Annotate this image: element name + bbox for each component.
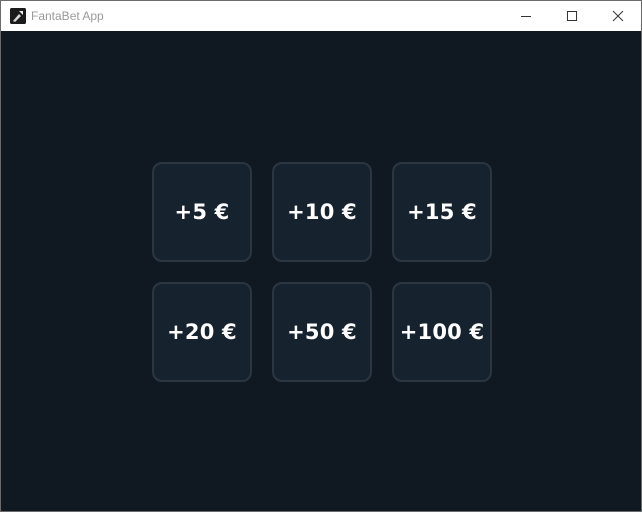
add-10-euro-button[interactable]: +10 €	[272, 162, 372, 262]
main-content: +5 € +10 € +15 € +20 € +50 € +100 €	[1, 31, 641, 511]
app-logo-icon	[10, 8, 26, 24]
amount-grid: +5 € +10 € +15 € +20 € +50 € +100 €	[152, 162, 492, 382]
close-button[interactable]	[595, 1, 641, 31]
app-window: FantaBet App +5 € +10 € +15 € +20 € +50 …	[0, 0, 642, 512]
add-100-euro-button[interactable]: +100 €	[392, 282, 492, 382]
add-20-euro-button[interactable]: +20 €	[152, 282, 252, 382]
window-title: FantaBet App	[31, 9, 104, 23]
close-icon	[612, 10, 624, 22]
minimize-button[interactable]	[503, 1, 549, 31]
minimize-icon	[521, 16, 531, 17]
add-50-euro-button[interactable]: +50 €	[272, 282, 372, 382]
maximize-icon	[567, 11, 577, 21]
add-15-euro-button[interactable]: +15 €	[392, 162, 492, 262]
title-bar[interactable]: FantaBet App	[1, 1, 641, 31]
maximize-button[interactable]	[549, 1, 595, 31]
add-5-euro-button[interactable]: +5 €	[152, 162, 252, 262]
